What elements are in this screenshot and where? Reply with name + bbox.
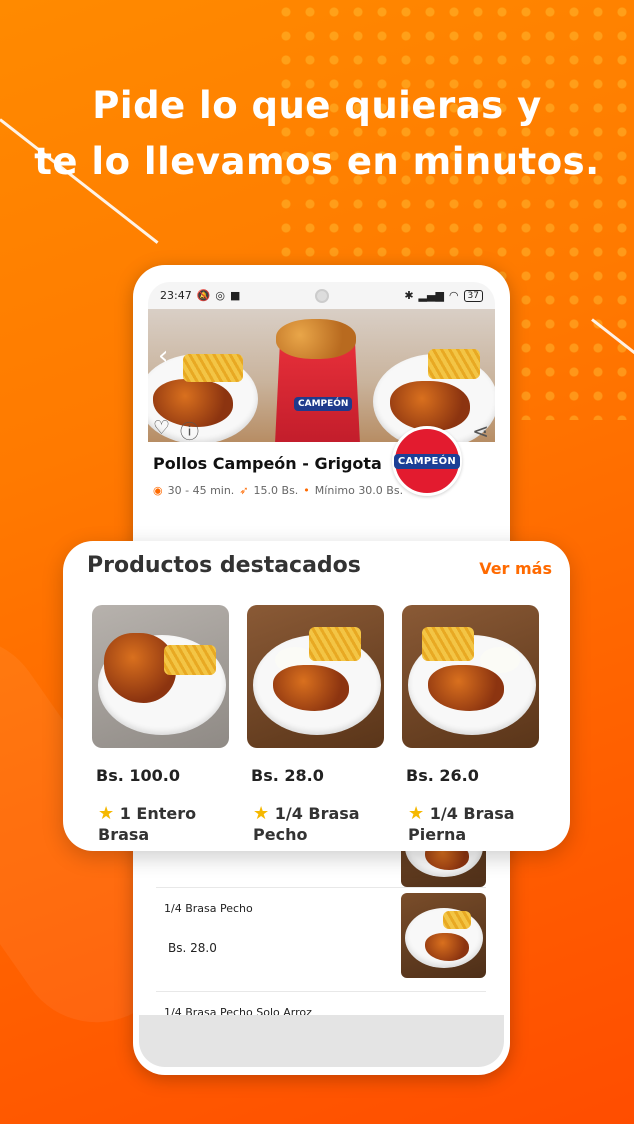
- share-icon[interactable]: ⋖: [472, 419, 489, 443]
- product-name: 1/4 Brasa Pierna: [408, 804, 515, 844]
- star-icon: ★: [98, 803, 115, 824]
- bluetooth-icon: ✱: [404, 289, 414, 302]
- battery-icon: 37: [463, 289, 483, 302]
- product-image: [402, 605, 539, 748]
- product-thumbnail: [401, 893, 486, 978]
- product-list: 1/4 Brasa Pecho Bs. 28.0 1/4 Brasa Pecho…: [156, 802, 486, 1032]
- list-item[interactable]: 1/4 Brasa Pecho Bs. 28.0: [156, 888, 486, 992]
- clock-icon: ◉: [153, 484, 163, 497]
- store-name: Pollos Campeón - Grigota: [153, 454, 382, 473]
- featured-products-card: Productos destacados Ver más Bs. 100.0 ★…: [63, 541, 570, 851]
- promo-headline: Pide lo que quieras y te lo llevamos en …: [0, 78, 634, 190]
- list-item-title: 1/4 Brasa Pecho: [164, 902, 253, 915]
- wifi-icon: ◠: [448, 289, 459, 302]
- delivery-fee: 15.0 Bs.: [253, 484, 299, 497]
- product-card[interactable]: Bs. 28.0 ★ 1/4 Brasa Pecho: [247, 605, 384, 845]
- product-price: Bs. 100.0: [96, 766, 180, 785]
- store-hero-image: CAMPEÓN ‹: [148, 309, 495, 442]
- promo-line-2: te lo llevamos en minutos.: [34, 140, 600, 183]
- product-price: Bs. 28.0: [251, 766, 324, 785]
- front-camera: [315, 288, 330, 303]
- product-card[interactable]: Bs. 100.0 ★ 1 Entero Brasa: [92, 605, 229, 845]
- whatsapp-icon: ◎: [215, 289, 226, 302]
- minimum-order: Mínimo 30.0 Bs.: [314, 484, 404, 497]
- product-price: Bs. 26.0: [406, 766, 479, 785]
- mute-icon: 🔕: [196, 289, 211, 302]
- chevron-left-icon[interactable]: ‹: [158, 341, 168, 371]
- status-bar: 23:47 🔕 ◎ ■ ✱ ▂▄▆ ◠ 37: [148, 282, 495, 309]
- featured-title: Productos destacados: [87, 553, 361, 578]
- video-icon: ■: [230, 289, 241, 302]
- heart-outline-icon[interactable]: ♡: [153, 417, 170, 444]
- product-image: [247, 605, 384, 748]
- signal-icon: ▂▄▆: [418, 289, 444, 302]
- product-card[interactable]: Bs. 26.0 ★ 1/4 Brasa Pierna: [402, 605, 539, 845]
- star-icon: ★: [253, 803, 270, 824]
- box-brand-label: CAMPEÓN: [294, 397, 353, 411]
- delivery-time: 30 - 45 min.: [167, 484, 235, 497]
- star-icon: ★: [408, 803, 425, 824]
- promo-line-1: Pide lo que quieras y: [92, 84, 542, 127]
- list-item-price: Bs. 28.0: [168, 941, 217, 955]
- info-circle-icon[interactable]: ⓘ: [180, 417, 199, 444]
- phone-chin: [139, 1015, 504, 1067]
- status-time: 23:47: [160, 289, 192, 302]
- product-image: [92, 605, 229, 748]
- rocket-icon: ➶: [239, 484, 249, 497]
- see-more-link[interactable]: Ver más: [479, 559, 552, 578]
- product-name: 1/4 Brasa Pecho: [253, 804, 360, 844]
- store-meta: ◉ 30 - 45 min. ➶ 15.0 Bs. • Mínimo 30.0 …: [153, 484, 404, 497]
